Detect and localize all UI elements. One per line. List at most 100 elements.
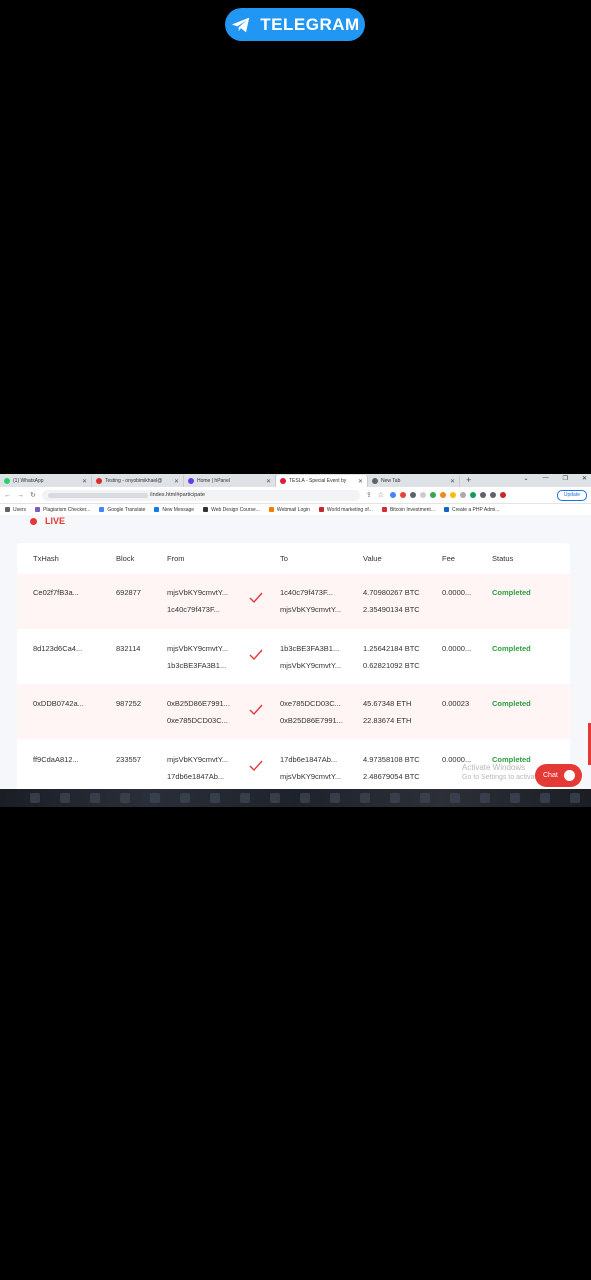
bookmark-icon xyxy=(35,507,41,512)
taskbar-app-icon[interactable] xyxy=(480,793,490,803)
status-badge: Completed xyxy=(492,588,531,597)
telegram-label: TELEGRAM xyxy=(260,14,360,34)
minimize-icon[interactable]: — xyxy=(543,475,549,482)
status-badge: Completed xyxy=(492,699,531,708)
tab-whatsapp[interactable]: (1) WhatsApp ✕ xyxy=(0,475,92,487)
taskbar-app-icon[interactable] xyxy=(210,793,220,803)
address-bar[interactable]: /index.html#participate xyxy=(41,489,360,501)
reload-icon[interactable]: ↻ xyxy=(30,491,36,499)
bookmark-label: Create a PHP Admi... xyxy=(451,506,500,513)
bookmark-item[interactable]: New Message xyxy=(154,507,194,513)
puzzle-icon[interactable] xyxy=(480,492,487,498)
taskbar-app-icon[interactable] xyxy=(390,793,400,803)
chat-button[interactable]: Chat xyxy=(535,764,582,787)
bookmark-item[interactable]: Google Translate xyxy=(99,507,145,513)
extension-icon[interactable] xyxy=(390,492,397,498)
taskbar-app-icon[interactable] xyxy=(240,793,250,803)
tab-tesla[interactable]: TESLA - Special Event by ✕ xyxy=(276,475,368,487)
profile-icon[interactable] xyxy=(500,492,507,498)
tx-hash[interactable]: Ce02f7fB3a... xyxy=(33,588,79,597)
tab-search-icon[interactable]: ⌄ xyxy=(524,475,529,482)
tx-hash[interactable]: 8d123d6Ca4... xyxy=(33,644,82,653)
metamask-icon[interactable] xyxy=(440,492,447,498)
bookmark-label: Google Translate xyxy=(107,506,146,513)
taskbar-app-icon[interactable] xyxy=(540,793,550,803)
back-icon[interactable]: ← xyxy=(4,492,11,499)
value: 45.67348 ETH xyxy=(363,699,412,708)
bookmark-star-icon[interactable]: ☆ xyxy=(378,491,384,499)
extension-icon[interactable] xyxy=(430,492,437,498)
bookmark-item[interactable]: Bitcoin Investment... xyxy=(381,506,435,513)
fee: 0.0000... xyxy=(442,588,472,597)
to-address: 0xe785DCD03C... xyxy=(280,699,341,708)
taskbar-app-icon[interactable] xyxy=(510,793,520,803)
new-tab-button[interactable]: + xyxy=(460,475,477,487)
taskbar-app-icon[interactable] xyxy=(270,793,280,803)
to-address: 1c40c79f473F... xyxy=(280,588,333,597)
extension-icon[interactable] xyxy=(460,492,467,498)
bookmark-item[interactable]: Create a PHP Admi... xyxy=(443,506,500,513)
telegram-button[interactable]: TELEGRAM xyxy=(225,8,365,41)
bookmark-item[interactable]: Users xyxy=(5,507,26,513)
taskbar-app-icon[interactable] xyxy=(90,793,100,803)
tab-new[interactable]: New Tab ✕ xyxy=(368,475,460,487)
whatsapp-icon xyxy=(4,478,10,484)
to-address: 0xB25D86E7991... xyxy=(280,716,343,725)
taskbar-app-icon[interactable] xyxy=(330,793,340,803)
taskbar-app-icon[interactable] xyxy=(180,793,190,803)
bookmark-item[interactable]: World marketing of... xyxy=(318,507,373,513)
taskbar-app-icon[interactable] xyxy=(120,793,130,803)
table-row[interactable]: Ce02f7fB3a... 692877 mjsVbKY9cmvtY... 1c… xyxy=(17,574,570,629)
close-tab-icon[interactable]: ✕ xyxy=(82,478,87,485)
taskbar-app-icon[interactable] xyxy=(150,793,160,803)
to-address: 17db6e1847Ab... xyxy=(280,755,338,764)
value: 2.35490134 BTC xyxy=(363,605,420,614)
share-icon[interactable]: ⇪ xyxy=(366,491,372,499)
tab-gmail[interactable]: Testing - onyobimikhael@ ✕ xyxy=(92,475,184,487)
value: 0.62821092 BTC xyxy=(363,661,420,670)
taskbar-app-icon[interactable] xyxy=(360,793,370,803)
gmail-icon xyxy=(96,478,102,484)
table-row[interactable]: 0xDDB0742a... 987252 0xB25D86E7991... 0x… xyxy=(17,684,570,739)
bookmark-item[interactable]: Webmail Login xyxy=(268,507,310,513)
from-address: 1b3cBE3FA3B1... xyxy=(167,661,227,670)
tab-title: TESLA - Special Event by xyxy=(289,478,347,484)
bookmark-item[interactable]: Plagiarism Checker... xyxy=(35,507,90,513)
url-text: /index.html#participate xyxy=(149,492,205,498)
column-header: TxHash xyxy=(33,554,59,563)
close-tab-icon[interactable]: ✕ xyxy=(358,478,363,485)
extension-icon[interactable] xyxy=(450,492,457,498)
extensions xyxy=(390,492,507,498)
taskbar-app-icon[interactable] xyxy=(300,793,310,803)
extension-icon[interactable] xyxy=(470,492,477,498)
update-button[interactable]: Update xyxy=(556,489,587,501)
tx-hash[interactable]: 0xDDB0742a... xyxy=(33,699,84,708)
to-address: mjsVbKY9cmvtY... xyxy=(280,605,342,614)
restore-icon[interactable]: ❐ xyxy=(563,475,568,482)
value: 1.25642184 BTC xyxy=(363,644,420,653)
taskbar-app-icon[interactable] xyxy=(420,793,430,803)
close-tab-icon[interactable]: ✕ xyxy=(266,478,271,485)
sidepanel-icon[interactable] xyxy=(490,492,497,498)
close-tab-icon[interactable]: ✕ xyxy=(450,478,455,485)
tx-hash[interactable]: ff9CdaA812... xyxy=(33,755,79,764)
taskbar-app-icon[interactable] xyxy=(60,793,70,803)
forward-icon[interactable]: → xyxy=(17,492,24,499)
from-address: 0xe785DCD03C... xyxy=(167,716,228,725)
tab-hpanel[interactable]: Home | hPanel ✕ xyxy=(184,475,276,487)
taskbar-app-icon[interactable] xyxy=(570,793,580,803)
bookmark-label: Bitcoin Investment... xyxy=(389,506,435,513)
extension-icon[interactable] xyxy=(400,492,407,498)
extension-icon[interactable] xyxy=(420,492,427,498)
taskbar-app-icon[interactable] xyxy=(450,793,460,803)
from-address: 1c40c79f473F... xyxy=(167,605,220,614)
close-tab-icon[interactable]: ✕ xyxy=(174,478,179,485)
taskbar-app-icon[interactable] xyxy=(30,793,40,803)
table-row[interactable]: 8d123d6Ca4... 832114 mjsVbKY9cmvtY... 1b… xyxy=(17,629,570,684)
check-icon xyxy=(249,760,263,772)
bookmark-label: Plagiarism Checker... xyxy=(43,506,91,513)
bookmark-item[interactable]: Web Design Course... xyxy=(203,507,260,513)
close-window-icon[interactable]: ✕ xyxy=(582,475,587,482)
tab-bar: (1) WhatsApp ✕ Testing - onyobimikhael@ … xyxy=(0,474,591,487)
extension-icon[interactable] xyxy=(410,492,417,498)
